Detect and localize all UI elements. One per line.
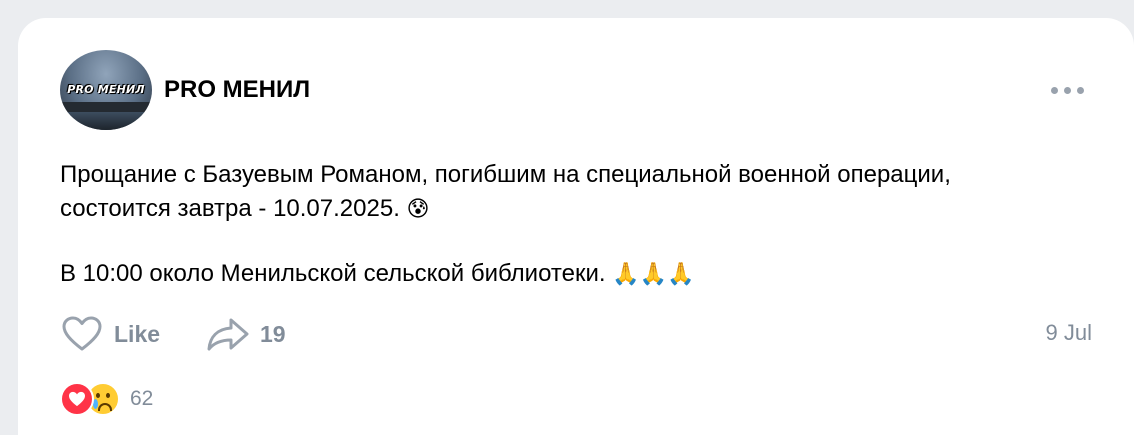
share-count: 19 (260, 320, 286, 347)
more-options-icon[interactable] (1049, 86, 1085, 96)
share-arrow-icon (207, 318, 249, 351)
post-card: PRO МЕНИЛ PRO МЕНИЛ Прощание с Базуевым … (18, 18, 1134, 435)
post-text-line-1: Прощание с Базуевым Романом, погибшим на… (60, 161, 951, 222)
post-text-paragraph-2: В 10:00 около Менильской сельской библио… (60, 257, 1060, 292)
post-text-paragraph-1: Прощание с Базуевым Романом, погибшим на… (60, 158, 1060, 227)
avatar-horizon (60, 102, 152, 112)
post-text-line-2: В 10:00 около Менильской сельской библио… (60, 260, 606, 287)
avatar-water (60, 112, 152, 130)
heart-reaction-icon (60, 382, 94, 416)
praying-hands-emoji: 🙏🙏🙏 (612, 262, 695, 287)
reactions-count: 62 (130, 387, 154, 410)
avatar[interactable]: PRO МЕНИЛ (60, 50, 152, 130)
anxious-face-emoji: 😰 (406, 197, 430, 222)
like-button[interactable]: Like (62, 314, 160, 354)
like-label: Like (114, 320, 161, 347)
reactions-summary[interactable]: 62 (60, 382, 153, 416)
heart-outline-icon (62, 316, 102, 351)
share-button[interactable]: 19 (206, 314, 286, 354)
avatar-logo-text: PRO МЕНИЛ (67, 83, 145, 96)
post-date[interactable]: 9 Jul (1046, 320, 1092, 346)
author-name[interactable]: PRO МЕНИЛ (164, 76, 310, 104)
